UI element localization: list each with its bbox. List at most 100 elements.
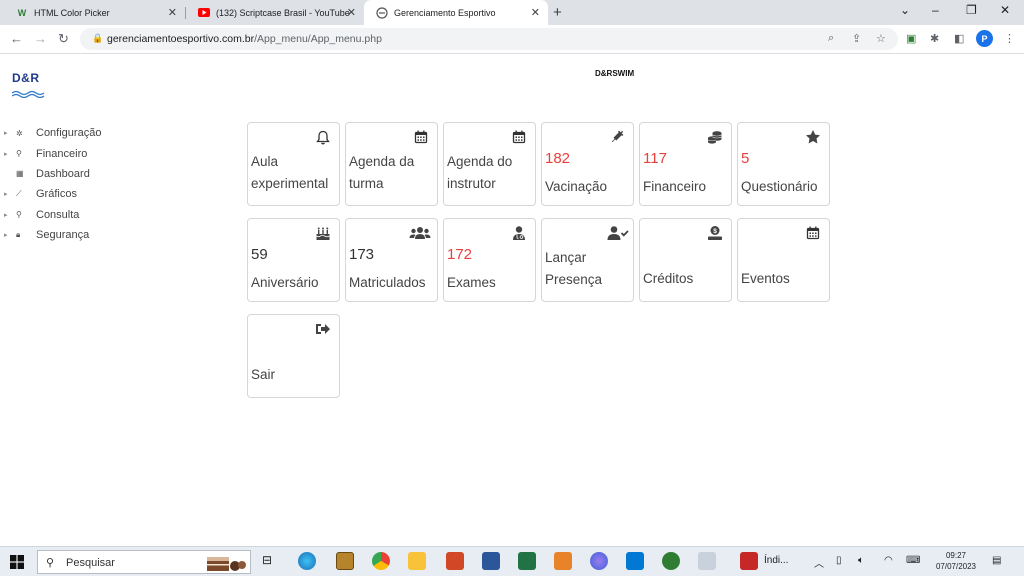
app-icon[interactable] <box>590 552 608 570</box>
card-questionario[interactable]: 5 Questionário <box>737 122 830 206</box>
word-icon[interactable] <box>482 552 500 570</box>
tab-gerenciamento-esportivo[interactable]: Gerenciamento Esportivo ✕ <box>364 0 548 25</box>
sidebar-item-graficos[interactable]: ▸ ⟋ Gráficos <box>4 184 101 204</box>
task-view-icon[interactable]: ⊟ <box>262 553 272 567</box>
meet-icon[interactable]: ▯ <box>836 555 842 566</box>
sidebar-item-configuracao[interactable]: ▸ ✲ Configuração <box>4 123 101 143</box>
chevron-up-icon[interactable]: ︿ <box>814 555 824 570</box>
gear-icon: ✲ <box>16 128 23 138</box>
sidebar-item-financeiro[interactable]: ▸ ⚲ Financeiro <box>4 143 101 163</box>
sidebar-item-seguranca[interactable]: ▸ 🔒︎ Segurança <box>4 225 101 245</box>
card-exames[interactable]: 172 Exames <box>443 218 536 302</box>
bookmark-star-icon[interactable]: ☆ <box>876 32 886 45</box>
edge-icon[interactable] <box>298 552 316 570</box>
calendar-icon <box>413 129 429 145</box>
user-check-icon <box>607 225 629 241</box>
app-icon[interactable] <box>698 552 716 570</box>
chart-icon: ⟋ <box>16 189 22 199</box>
tab-title: HTML Color Picker <box>34 7 110 18</box>
search-icon: ⚲ <box>46 557 55 569</box>
profile-avatar[interactable]: P <box>976 30 993 47</box>
calendar-icon <box>805 225 821 241</box>
taskbar-clock[interactable]: 09:27 07/07/2023 <box>934 550 978 572</box>
notification-icon[interactable]: ▤ <box>992 555 1001 566</box>
excel-icon[interactable] <box>518 552 536 570</box>
card-number: 173 <box>349 246 375 263</box>
reload-icon[interactable]: ↻ <box>58 31 69 47</box>
youtube-icon <box>198 7 210 19</box>
card-matriculados[interactable]: 173 Matriculados <box>345 218 438 302</box>
card-sair[interactable]: Sair <box>247 314 340 398</box>
new-tab-button[interactable]: + <box>553 4 562 21</box>
tab-html-color-picker[interactable]: W HTML Color Picker ✕ <box>4 0 185 25</box>
browser-toolbar: ← → ↻ 🔒 gerenciamentoesportivo.com.br/Ap… <box>0 25 1024 54</box>
card-label: Créditos <box>643 271 694 286</box>
card-vacinacao[interactable]: 182 Vacinação <box>541 122 634 206</box>
card-aniversario[interactable]: 59 Aniversário <box>247 218 340 302</box>
card-number: 182 <box>545 150 571 167</box>
sidebar-item-consulta[interactable]: ▸ ⚲ Consulta <box>4 205 101 225</box>
app-icon[interactable] <box>336 552 354 570</box>
birthday-cake-icon <box>315 225 331 241</box>
card-lancar-presenca[interactable]: Lançar Presença <box>541 218 634 302</box>
w-icon: W <box>17 7 27 18</box>
windows-taskbar: ⚲ Pesquisar ⊟ Índi... ︿ ▯ 🔈︎ ◠ ⌨ 09:27 0… <box>0 546 1024 576</box>
app-title: D&RSWIM <box>595 69 635 78</box>
tab-youtube[interactable]: (132) Scriptcase Brasil - YouTube ✕ <box>186 0 364 25</box>
card-agenda-instrutor[interactable]: Agenda do instrutor <box>443 122 536 206</box>
taskbar-search-placeholder: Pesquisar <box>66 557 115 569</box>
card-eventos[interactable]: Eventos <box>737 218 830 302</box>
star-icon <box>805 129 821 145</box>
side-panel-icon[interactable]: ◧ <box>954 32 964 45</box>
chrome-icon[interactable] <box>372 552 390 570</box>
dashboard-icon: ▦ <box>16 169 24 179</box>
puzzle-icon[interactable]: ✱ <box>930 32 939 45</box>
chevron-right-icon: ▸ <box>4 191 8 199</box>
chevron-right-icon: ▸ <box>4 232 8 240</box>
app-logo[interactable]: D&R <box>11 71 48 99</box>
close-icon[interactable]: ✕ <box>168 6 177 19</box>
outlook-icon[interactable] <box>554 552 572 570</box>
powerpoint-icon[interactable] <box>446 552 464 570</box>
taskbar-search-box[interactable]: ⚲ Pesquisar <box>37 550 251 574</box>
back-arrow-icon[interactable]: ← <box>10 31 23 46</box>
card-label: Sair <box>251 367 276 382</box>
app-icon[interactable] <box>662 552 680 570</box>
window-close-icon[interactable]: ✕ <box>1000 3 1010 17</box>
forward-arrow-icon[interactable]: → <box>34 31 47 46</box>
close-icon[interactable]: ✕ <box>531 6 540 19</box>
windows-start-icon[interactable] <box>10 555 24 569</box>
sidebar-item-dashboard[interactable]: ▦ Dashboard <box>4 164 101 184</box>
file-explorer-icon[interactable] <box>408 552 426 570</box>
minimize-icon[interactable]: – <box>932 3 939 17</box>
extension-icon[interactable]: ▣ <box>906 32 916 45</box>
browser-tab-strip: W HTML Color Picker ✕ (132) Scriptcase B… <box>0 0 1024 25</box>
card-aula-experimental[interactable]: Aula experimental <box>247 122 340 206</box>
kebab-menu-icon[interactable]: ⋮ <box>1004 32 1015 45</box>
taskbar-app-label[interactable]: Índi... <box>764 555 788 566</box>
share-icon[interactable]: ⇪ <box>852 32 861 45</box>
card-agenda-turma[interactable]: Agenda da turma <box>345 122 438 206</box>
card-creditos[interactable]: $ Créditos <box>639 218 732 302</box>
weather-icon[interactable] <box>740 552 758 570</box>
card-number: 59 <box>251 246 268 263</box>
sidebar-item-label: Dashboard <box>36 167 90 180</box>
wifi-icon[interactable]: ◠ <box>884 555 893 566</box>
scriptcase-icon <box>376 6 388 19</box>
syringe-icon <box>609 129 625 145</box>
tab-search-chevron-icon[interactable]: ⌄ <box>900 3 910 17</box>
card-label: Agenda da turma <box>349 154 415 191</box>
coins-icon <box>707 129 723 145</box>
clock-date: 07/07/2023 <box>935 562 977 571</box>
vscode-icon[interactable] <box>626 552 644 570</box>
card-financeiro[interactable]: 117 Financeiro <box>639 122 732 206</box>
restore-icon[interactable]: ❐ <box>966 3 977 17</box>
keyboard-icon[interactable]: ⌨ <box>906 555 920 566</box>
address-bar[interactable]: 🔒 gerenciamentoesportivo.com.br/App_menu… <box>80 28 898 50</box>
bell-icon <box>315 129 331 145</box>
volume-icon[interactable]: 🔈︎ <box>858 555 864 566</box>
zoom-icon[interactable]: ⌕ <box>828 32 834 45</box>
card-number: 5 <box>741 150 750 167</box>
close-icon[interactable]: ✕ <box>347 6 356 19</box>
lock-icon: 🔒 <box>92 33 104 43</box>
